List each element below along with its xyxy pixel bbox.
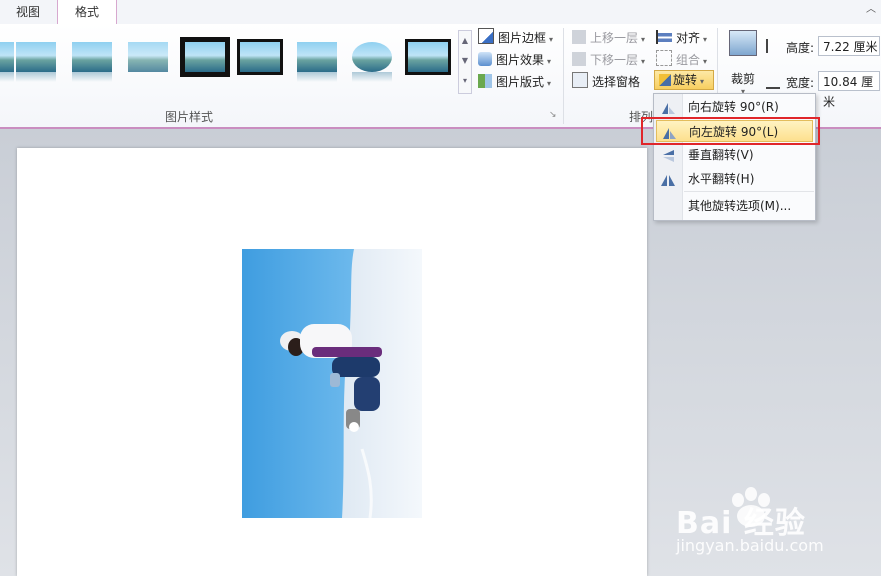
align-icon	[656, 30, 672, 44]
width-icon	[766, 77, 780, 89]
width-input[interactable]: 10.84 厘米	[818, 71, 880, 109]
picture-style-thumb[interactable]	[352, 42, 392, 82]
picture-style-gallery	[0, 30, 470, 110]
bring-forward-icon	[572, 30, 586, 44]
scroll-down-icon[interactable]: ▼	[459, 51, 471, 71]
send-backward-icon	[572, 52, 586, 66]
picture-layout-button[interactable]: 图片版式 ▾	[478, 72, 551, 92]
bring-forward-button[interactable]: 上移一层 ▾	[572, 28, 645, 48]
picture-style-thumb[interactable]	[408, 42, 448, 72]
picture-effects-button[interactable]: 图片效果 ▾	[478, 50, 551, 70]
picture-style-thumb[interactable]	[297, 42, 337, 82]
gallery-more-icon[interactable]: ▾	[459, 71, 471, 91]
separator	[563, 28, 564, 124]
layout-icon	[478, 74, 492, 88]
menu-item-more-rotation-options[interactable]: 其他旋转选项(M)...	[656, 195, 813, 217]
menu-item-flip-vertical[interactable]: 垂直翻转(V)	[656, 144, 813, 166]
tab-view[interactable]: 视图	[0, 0, 56, 24]
chevron-up-icon[interactable]: ︿	[865, 4, 877, 16]
baidu-jingyan-watermark: Bai 经验 jingyan.baidu.com	[676, 480, 876, 560]
ribbon-tab-bar: 视图 格式 ︿	[0, 0, 881, 25]
picture-border-button[interactable]: 图片边框 ▾	[478, 28, 553, 48]
selection-pane-icon	[572, 72, 588, 88]
height-label: 高度:	[786, 41, 815, 55]
height-row: 高度: 7.22 厘米	[766, 36, 881, 58]
width-row: 宽度: 10.84 厘米	[766, 71, 881, 109]
picture-style-thumb[interactable]	[185, 42, 225, 72]
tab-format[interactable]: 格式	[57, 0, 117, 25]
width-label: 宽度:	[786, 76, 815, 90]
align-button[interactable]: 对齐 ▾	[656, 28, 707, 48]
group-icon	[656, 50, 672, 66]
scroll-up-icon[interactable]: ▲	[459, 31, 471, 51]
picture-content	[242, 249, 422, 518]
pen-border-icon	[478, 28, 494, 44]
crop-label: 裁剪	[730, 72, 755, 86]
height-input[interactable]: 7.22 厘米	[818, 36, 880, 56]
rotate-icon	[659, 74, 671, 86]
group-button[interactable]: 组合 ▾	[656, 50, 707, 70]
selection-pane-button[interactable]: 选择窗格	[572, 72, 640, 92]
height-icon	[766, 39, 782, 53]
menu-separator	[684, 191, 814, 192]
picture-style-thumb[interactable]	[128, 42, 168, 72]
effects-icon	[478, 52, 492, 66]
annotation-highlight-box	[641, 117, 820, 145]
picture-style-thumb[interactable]	[0, 42, 14, 82]
flip-vertical-icon	[660, 148, 676, 162]
rotate-right-icon	[660, 100, 676, 114]
picture-style-thumb[interactable]	[240, 42, 280, 72]
picture-style-thumb[interactable]	[72, 42, 112, 82]
send-backward-button[interactable]: 下移一层 ▾	[572, 50, 645, 70]
watermark-url: jingyan.baidu.com	[676, 536, 824, 555]
crop-button[interactable]: 裁剪 ▾	[724, 30, 762, 96]
group-label-picture-styles: 图片样式	[165, 110, 214, 124]
flip-horizontal-icon	[660, 172, 676, 186]
gallery-scrollbar[interactable]: ▲ ▼ ▾	[458, 30, 472, 94]
rotate-dropdown-menu: 向右旋转 90°(R) 向左旋转 90°(L) 垂直翻转(V) 水平翻转(H) …	[653, 93, 816, 221]
rotate-button[interactable]: 旋转 ▾	[654, 70, 714, 90]
dialog-launcher-icon[interactable]: ↘	[549, 110, 557, 120]
menu-item-rotate-right[interactable]: 向右旋转 90°(R)	[656, 96, 813, 118]
selected-picture[interactable]	[242, 249, 422, 518]
menu-item-flip-horizontal[interactable]: 水平翻转(H)	[656, 168, 813, 190]
crop-icon	[729, 30, 757, 56]
picture-style-thumb[interactable]	[16, 42, 56, 82]
